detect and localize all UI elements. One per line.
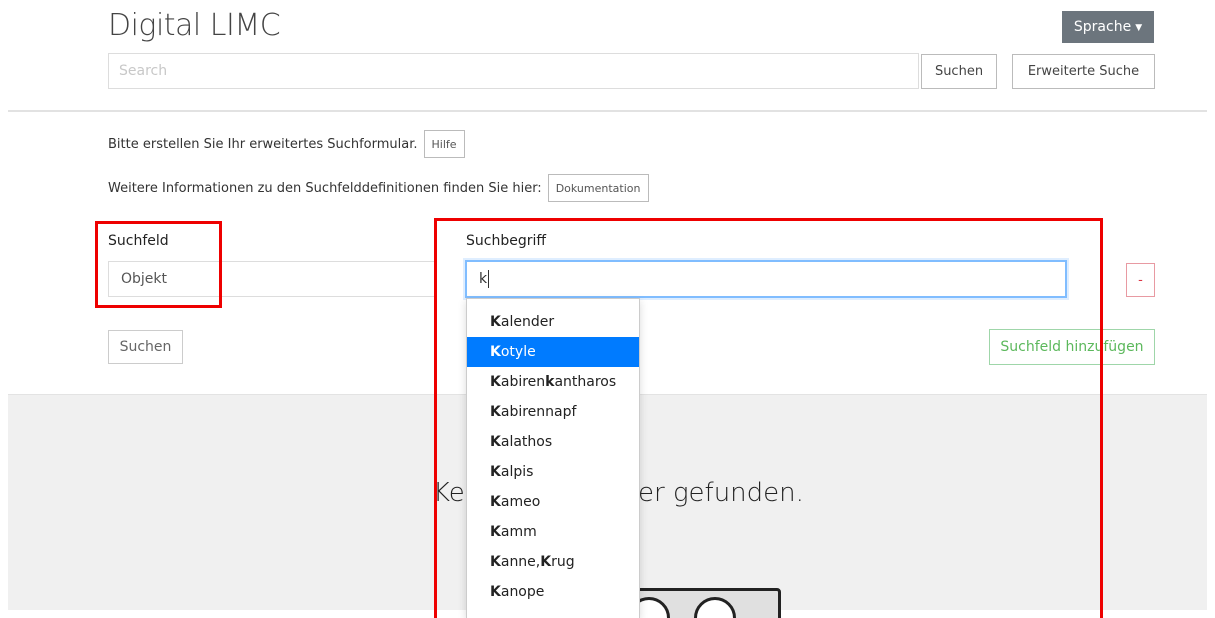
language-button-label: Sprache [1073,19,1132,35]
language-dropdown-button[interactable]: Sprache ▼ [1062,11,1154,43]
docs-text: Weitere Informationen zu den Suchfelddef… [108,180,542,196]
caret-down-icon: ▼ [1135,23,1143,33]
advanced-search-button[interactable]: Erweiterte Suche [1012,54,1155,89]
create-form-instruction: Bitte erstellen Sie Ihr erweitertes Such… [108,130,465,158]
highlight-box-search-field [95,221,222,308]
header-divider [8,110,1207,112]
documentation-instruction: Weitere Informationen zu den Suchfelddef… [108,174,649,202]
highlight-box-search-term [434,218,1103,618]
documentation-button[interactable]: Dokumentation [547,174,649,202]
search-button[interactable]: Suchen [921,54,997,89]
create-form-text: Bitte erstellen Sie Ihr erweitertes Such… [108,136,418,152]
submit-search-button[interactable]: Suchen [108,330,183,364]
site-title[interactable]: Digital LIMC [108,8,281,43]
search-input[interactable] [108,53,919,89]
remove-field-button[interactable]: - [1126,263,1155,297]
help-button[interactable]: Hilfe [423,130,465,158]
